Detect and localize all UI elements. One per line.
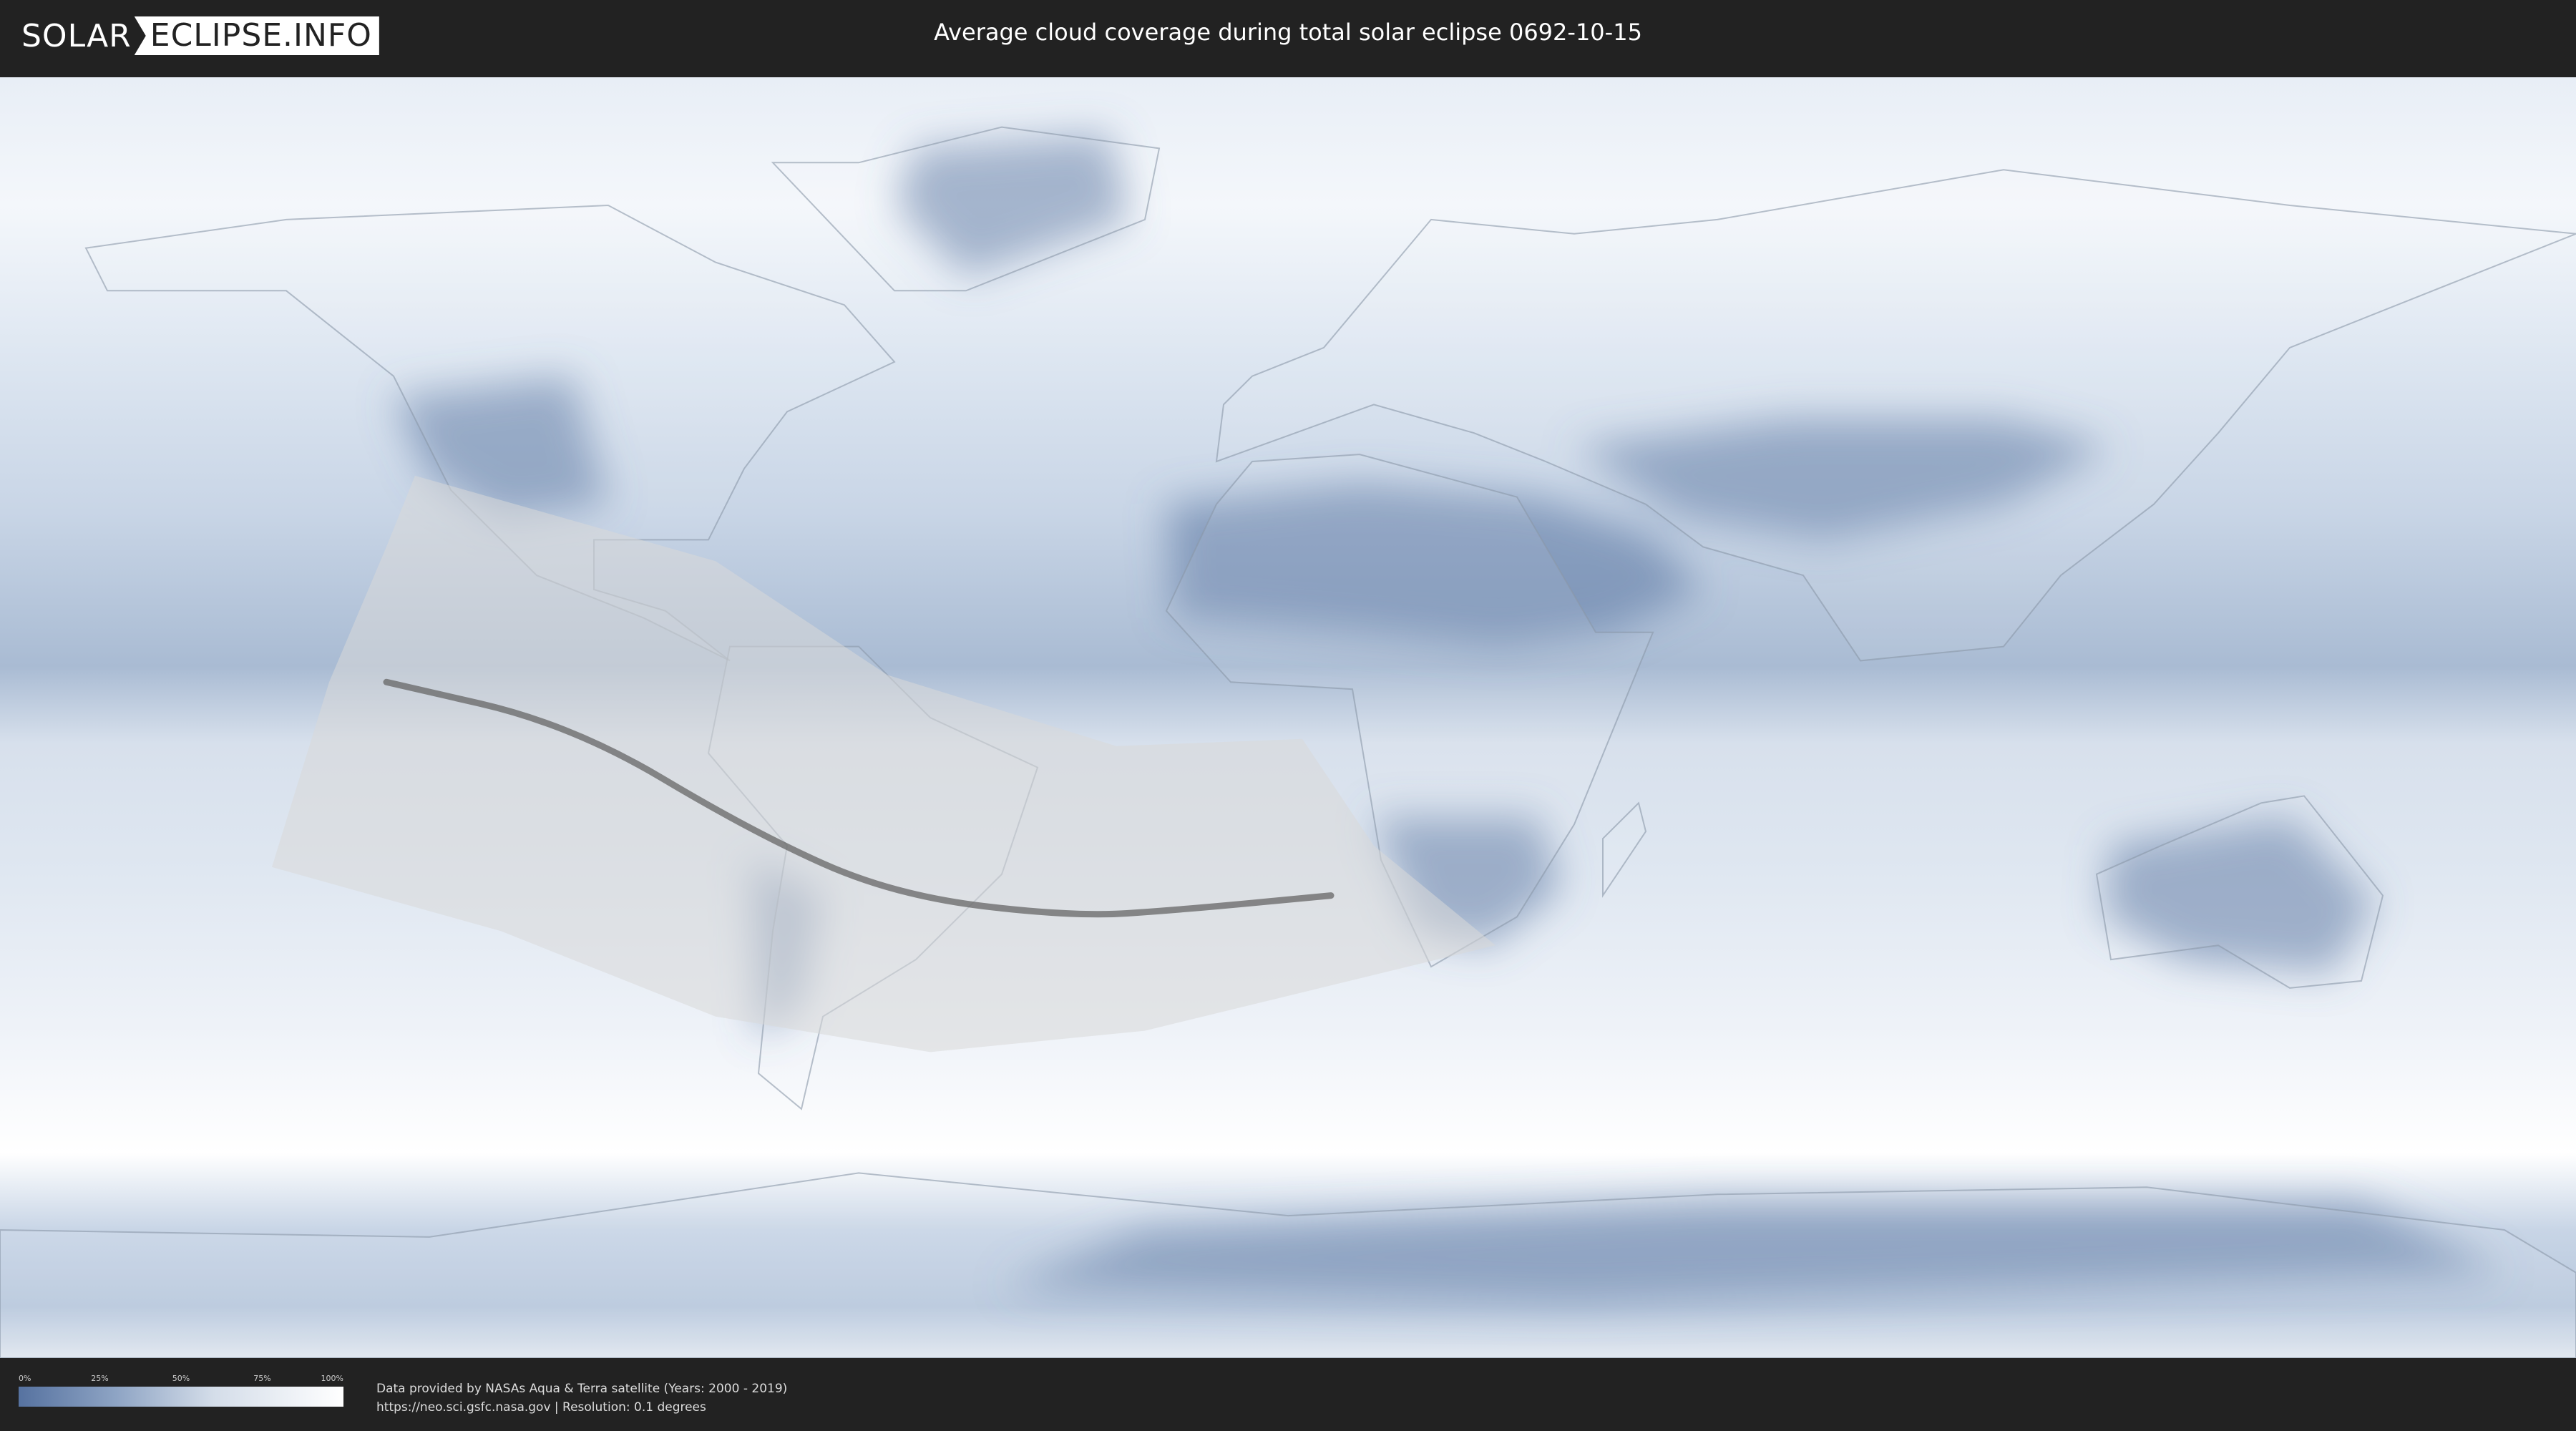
cloud-coverage-map (0, 77, 2576, 1358)
credit-source: Data provided by NASAs Aqua & Terra sate… (376, 1382, 788, 1396)
cloud-coverage-legend: 0% 25% 50% 75% 100% (19, 1374, 343, 1407)
data-credits: Data provided by NASAs Aqua & Terra sate… (376, 1379, 787, 1417)
credit-url[interactable]: https://neo.sci.gsfc.nasa.gov | Resoluti… (376, 1398, 787, 1417)
legend-tick: 50% (172, 1374, 190, 1383)
legend-tick: 0% (19, 1374, 31, 1383)
legend-ticks: 0% 25% 50% 75% 100% (19, 1374, 343, 1384)
footer-bar: 0% 25% 50% 75% 100% Data provided by NAS… (0, 1358, 2576, 1431)
header-bar: SOLAR ECLIPSE.INFO Average cloud coverag… (0, 0, 2576, 72)
map-canvas (0, 77, 2576, 1358)
legend-tick: 75% (253, 1374, 271, 1383)
page-title: Average cloud coverage during total sola… (934, 19, 1642, 46)
legend-tick: 25% (91, 1374, 109, 1383)
legend-color-bar (19, 1387, 343, 1407)
legend-tick: 100% (321, 1374, 343, 1383)
